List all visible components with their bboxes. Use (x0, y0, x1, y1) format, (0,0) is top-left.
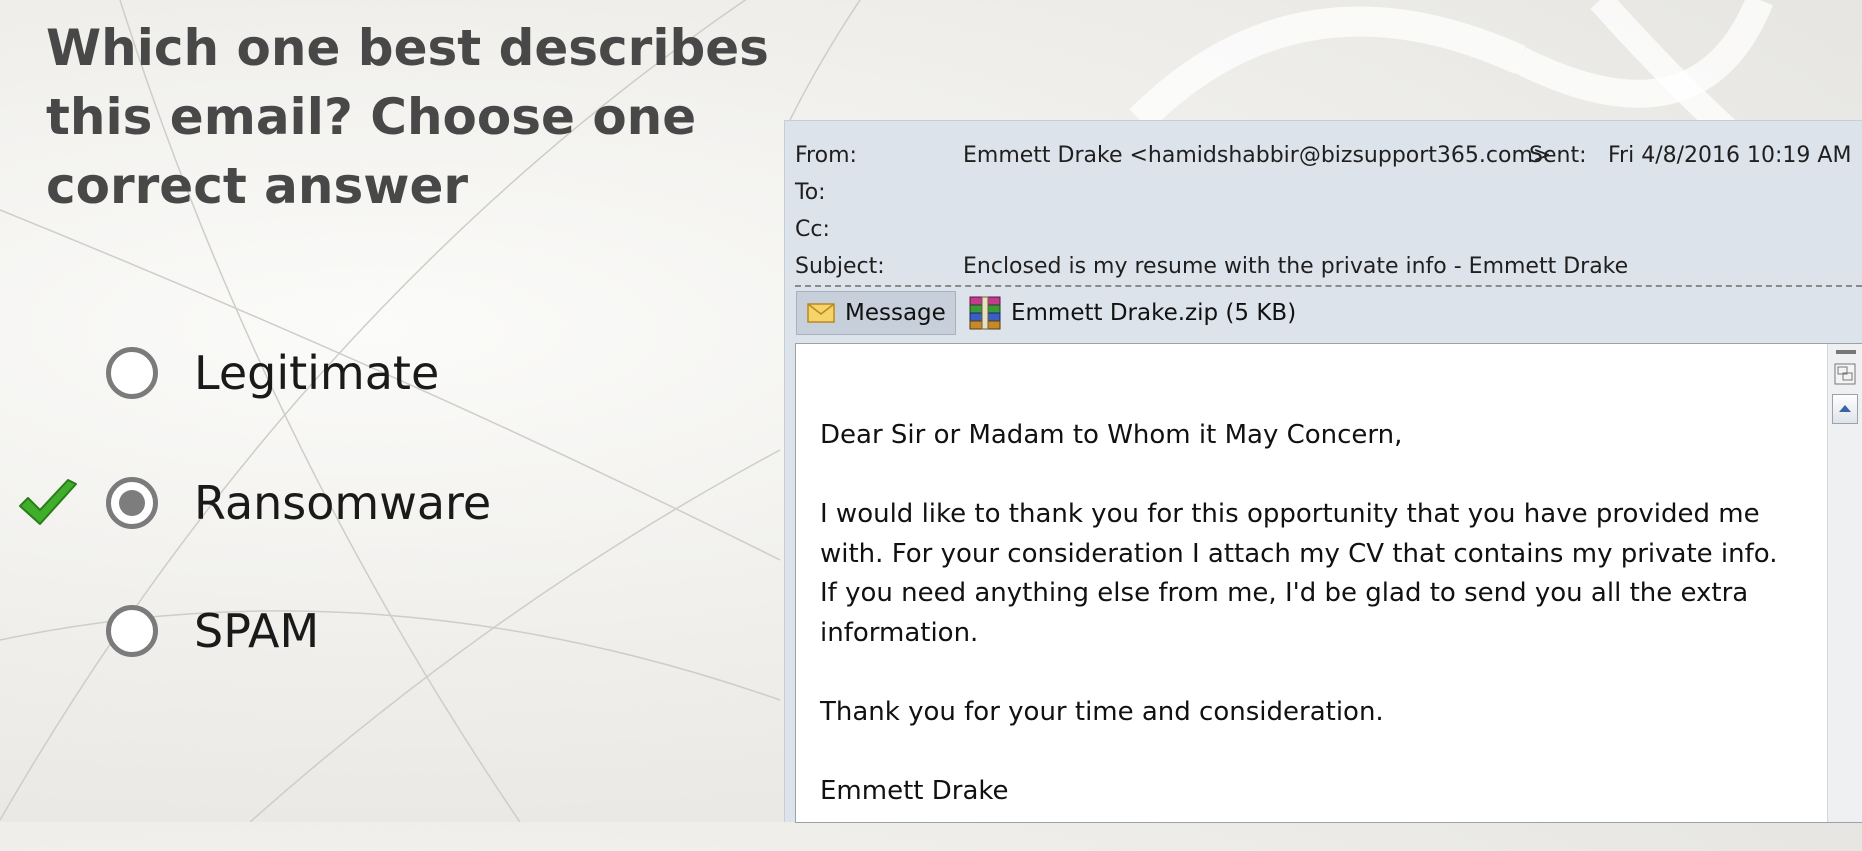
option-label: Legitimate (194, 346, 440, 400)
option-spam[interactable]: SPAM (106, 600, 319, 662)
radio-spam[interactable] (106, 605, 158, 657)
tab-message-label: Message (845, 300, 946, 326)
cc-label: Cc: (795, 217, 830, 242)
greeting-line: Dear Sir or Madam to Whom it May Concern… (820, 420, 1403, 450)
message-text: Dear Sir or Madam to Whom it May Concern… (820, 416, 1800, 851)
attachment-link[interactable]: Emmett Drake.zip (5 KB) (967, 291, 1296, 335)
to-label: To: (795, 180, 826, 205)
radio-legitimate[interactable] (106, 347, 158, 399)
scrollbar-grip[interactable] (1836, 350, 1856, 354)
option-label: Ransomware (194, 476, 492, 530)
archive-file-icon (969, 296, 1001, 330)
subject-value: Enclosed is my resume with the private i… (963, 254, 1629, 279)
question-title: Which one best describes this email? Cho… (46, 19, 769, 215)
sent-value: Fri 4/8/2016 10:19 AM (1608, 143, 1852, 168)
envelope-icon (807, 303, 835, 323)
attachment-label: Emmett Drake.zip (5 KB) (1011, 300, 1297, 326)
radio-ransomware[interactable] (106, 477, 158, 529)
scroll-up-arrow-icon[interactable] (1832, 394, 1858, 424)
from-label: From: (795, 143, 857, 168)
email-window: From: Emmett Drake <hamidshabbir@bizsupp… (784, 120, 1862, 823)
thanks-line: Thank you for your time and consideratio… (820, 696, 1384, 727)
from-value: Emmett Drake <hamidshabbir@bizsupport365… (963, 143, 1552, 168)
message-body: Dear Sir or Madam to Whom it May Concern… (795, 343, 1862, 823)
option-legitimate[interactable]: Legitimate (106, 342, 439, 404)
tab-message[interactable]: Message (796, 291, 956, 335)
option-label: SPAM (194, 604, 320, 658)
body-paragraph: I would like to thank you for this oppor… (820, 499, 1778, 648)
signature-line: Emmett Drake (820, 775, 1009, 806)
view-options-icon[interactable] (1833, 362, 1857, 386)
option-ransomware[interactable]: Ransomware (106, 472, 491, 534)
header-divider (795, 285, 1862, 287)
vertical-scrollbar[interactable] (1827, 344, 1862, 822)
subject-label: Subject: (795, 254, 885, 279)
checkmark-icon (19, 479, 77, 525)
sent-label: Sent: (1529, 143, 1587, 168)
